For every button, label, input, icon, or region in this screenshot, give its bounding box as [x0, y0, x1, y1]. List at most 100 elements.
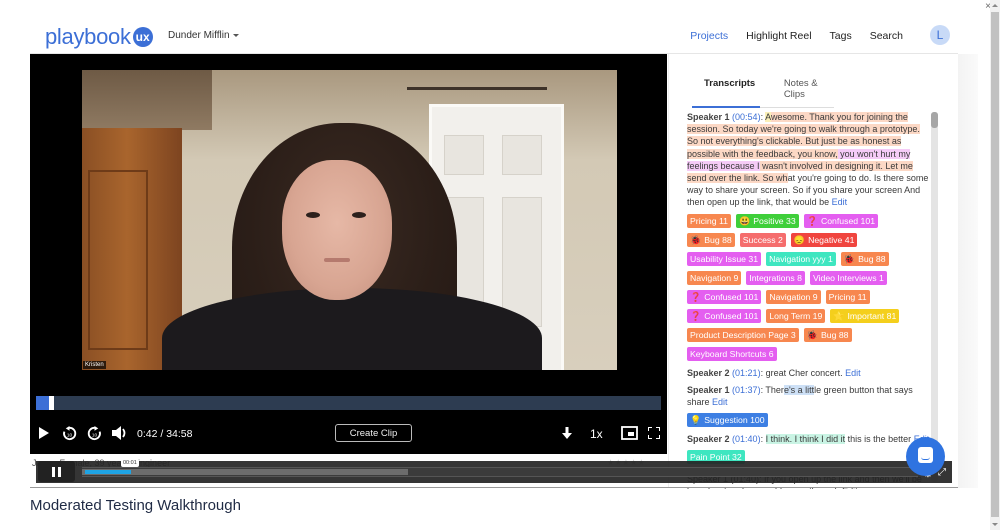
door-panel [502, 197, 542, 327]
tag-chip[interactable]: Usability Issue 31 [687, 251, 762, 266]
nav-search[interactable]: Search [870, 30, 903, 42]
tab-notes-clips[interactable]: Notes & Clips [760, 72, 834, 107]
tag-chip[interactable]: Product Description Page 3 [687, 327, 799, 342]
tag-chip[interactable]: 🐞 Bug 88 [803, 327, 852, 342]
floating-player-track[interactable] [82, 467, 918, 477]
video-seek-bar[interactable] [36, 396, 661, 410]
tag-emoji-icon: ❓ [690, 291, 702, 302]
tag-label: Confused 101 [704, 291, 759, 302]
transcript-scrollbar-thumb[interactable] [931, 112, 938, 128]
floating-player-progress [85, 470, 131, 474]
tag-list: Pricing 11 😃 Positive 33 ❓ Confused 101 🐞 Bug … [687, 213, 930, 361]
transcript-segment: this is the better [845, 434, 914, 445]
transcript-list: Speaker 1 (00:54): Awesome. Thank you fo… [687, 111, 930, 470]
tag-chip[interactable]: Keyboard Shortcuts 6 [687, 346, 777, 361]
transcript-scrollbar[interactable] [931, 112, 938, 482]
tag-label: Negative 41 [808, 234, 855, 245]
highlighted-text[interactable]: e's a litt [783, 384, 815, 395]
tag-chip[interactable]: ❓ Confused 101 [687, 289, 762, 304]
page-scrollbar-thumb[interactable] [991, 12, 999, 517]
tag-chip[interactable]: Pricing 11 [687, 213, 731, 228]
fullscreen-icon [648, 427, 660, 439]
timestamp-link[interactable]: (01:40) [732, 434, 761, 444]
logo-text: playbook [45, 24, 131, 49]
tag-chip[interactable]: ❓ Confused 101 [803, 213, 879, 228]
playback-speed-button[interactable]: 1x [590, 427, 603, 441]
tag-chip[interactable]: 💡 Suggestion 100 [687, 413, 768, 428]
timestamp-link[interactable]: (01:21) [732, 368, 761, 378]
tag-chip[interactable]: Integrations 8 [746, 270, 805, 285]
page-scrollbar[interactable] [990, 0, 1000, 530]
volume-button[interactable] [110, 424, 130, 442]
tag-chip[interactable]: Navigation 9 [687, 270, 742, 285]
timestamp-link[interactable]: (01:37) [732, 385, 761, 395]
seek-bar-handle[interactable] [48, 396, 54, 410]
transcript-text: Speaker 2 (01:21): great Cher concert. E… [687, 367, 861, 378]
tag-chip[interactable]: 😃 Positive 33 [736, 213, 799, 228]
user-avatar[interactable]: L [930, 25, 950, 45]
video-frame[interactable]: Kristen [82, 70, 617, 370]
transcript-text: Speaker 1 (01:37): There's a little gree… [687, 384, 913, 408]
chevron-down-icon [232, 34, 239, 37]
timestamp-link[interactable]: (00:54) [732, 112, 761, 122]
nav-tags[interactable]: Tags [830, 30, 852, 42]
tag-chip[interactable]: Navigation 9 [766, 289, 821, 304]
pause-button[interactable] [38, 461, 75, 482]
tag-emoji-icon: 😃 [739, 215, 751, 226]
tag-label: Pricing 11 [828, 291, 867, 302]
edit-link[interactable]: Edit [712, 397, 728, 407]
tag-label: Keyboard Shortcuts 6 [690, 348, 774, 359]
tag-chip[interactable]: Pricing 11 [825, 289, 870, 304]
rewind-10-button[interactable]: 10 [60, 424, 78, 442]
tag-list: 💡 Suggestion 100 [687, 413, 930, 428]
tag-chip[interactable]: 🐞 Bug 88 [687, 232, 735, 247]
tag-chip[interactable]: Video Interviews 1 [809, 270, 887, 285]
scroll-up-arrow-icon[interactable] [992, 4, 998, 7]
transcript-entry: Speaker 1 (00:54): Awesome. Thank you fo… [687, 111, 930, 361]
door-panel [502, 135, 542, 175]
tag-label: Long Term 19 [769, 310, 823, 321]
pause-icon-bar [58, 466, 61, 477]
organization-dropdown[interactable]: Dunder Mifflin [168, 30, 239, 41]
tag-label: Confused 101 [820, 215, 876, 226]
download-button[interactable] [560, 424, 574, 442]
tag-label: Integrations 8 [749, 272, 802, 283]
nav-highlight-reel[interactable]: Highlight Reel [746, 30, 811, 42]
page-title: Moderated Testing Walkthrough [30, 497, 241, 514]
edit-link[interactable]: Edit [832, 197, 848, 207]
tag-emoji-icon: ❓ [690, 310, 702, 321]
highlighted-text[interactable]: I think. I think I did it [765, 434, 846, 445]
transcript-entry: Speaker 1 (01:37): There's a little gree… [687, 384, 930, 428]
edit-link[interactable]: Edit [845, 368, 861, 378]
scroll-down-arrow-icon[interactable] [992, 523, 998, 526]
tag-label: Bug 88 [820, 329, 849, 340]
chat-support-button[interactable] [906, 437, 945, 476]
tab-transcripts[interactable]: Transcripts [692, 72, 760, 108]
logo-badge: ux [132, 27, 153, 47]
participant-mouth [324, 258, 350, 262]
tag-emoji-icon: 🐞 [843, 253, 856, 264]
tag-chip[interactable]: 🐞 Bug 88 [840, 251, 889, 266]
transcript-segment: Ther [765, 384, 784, 395]
tag-chip[interactable]: Long Term 19 [766, 308, 826, 323]
tag-emoji-icon: 🐞 [806, 329, 818, 340]
fullscreen-button[interactable] [646, 424, 662, 442]
play-button[interactable] [36, 424, 50, 442]
divider [30, 487, 958, 488]
tag-emoji-icon: ⭐ [833, 310, 845, 321]
tag-chip[interactable]: ❓ Confused 101 [687, 308, 762, 323]
video-controls: 10 10 0:42 / 34:58 Create Clip 1x [30, 420, 667, 446]
picture-in-picture-button[interactable] [619, 424, 639, 442]
tag-chip[interactable]: Navigation yyy 1 [766, 251, 836, 266]
panel-edge [958, 54, 978, 488]
tag-chip[interactable]: Success 2 [739, 232, 786, 247]
nav-projects[interactable]: Projects [690, 30, 728, 42]
tag-chip[interactable]: ⭐ Important 81 [830, 308, 900, 323]
speaker-name: Speaker 1 [687, 384, 730, 395]
video-player[interactable]: Kristen 10 10 0:42 / 34:58 Create Clip 1… [30, 54, 667, 454]
playbook-ux-logo[interactable]: playbook ux [45, 24, 153, 50]
tag-chip[interactable]: 😞 Negative 41 [790, 232, 858, 247]
tag-emoji-icon: ❓ [806, 215, 818, 226]
forward-10-button[interactable]: 10 [85, 424, 103, 442]
create-clip-button[interactable]: Create Clip [335, 424, 412, 442]
